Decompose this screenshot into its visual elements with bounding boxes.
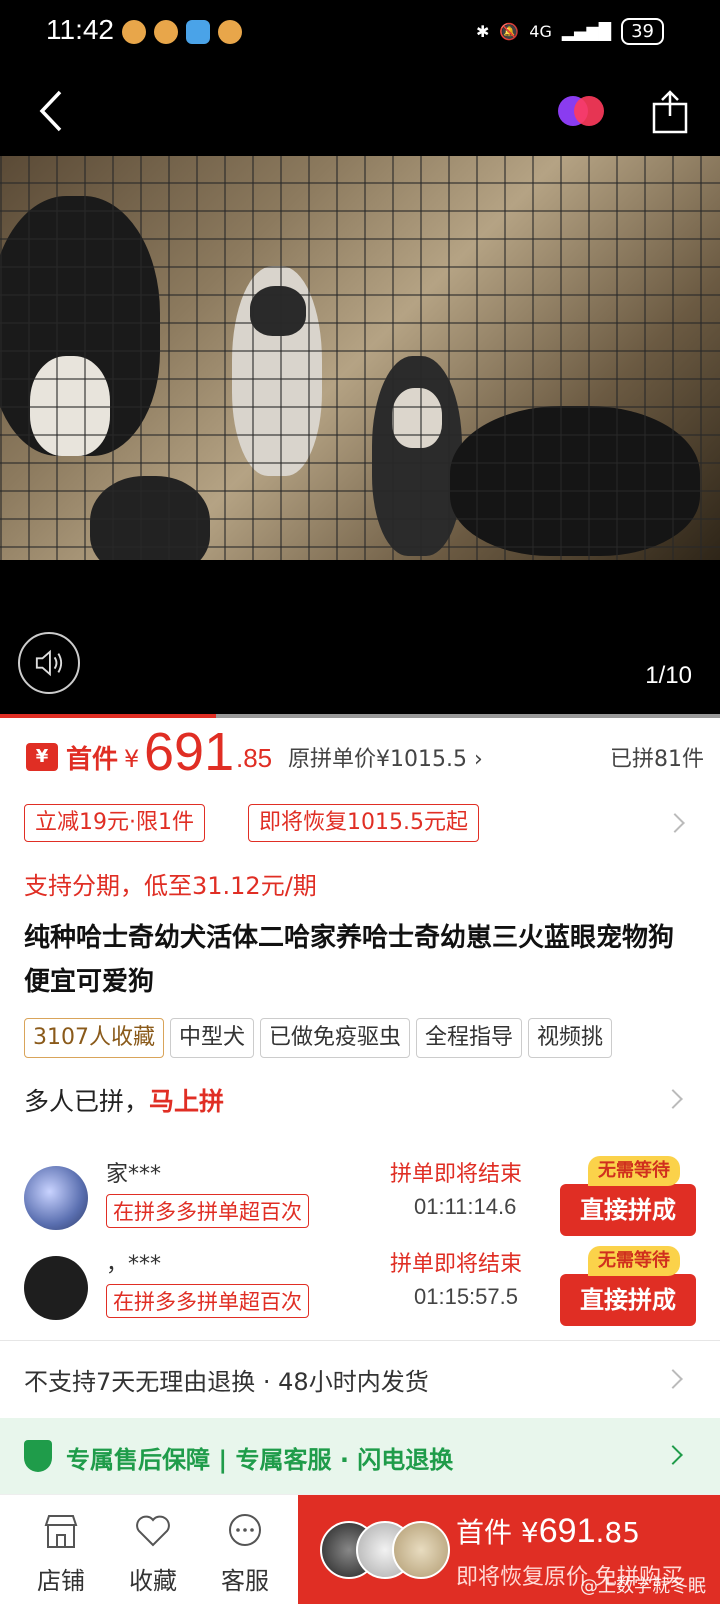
guidance-tag: 全程指导 (416, 1018, 523, 1058)
installment-info: 支持分期，低至31.12元/期 (24, 872, 317, 900)
buyer-avatars (320, 1521, 460, 1581)
chat-bubble-icon (229, 1514, 261, 1546)
buy-price-decimal: .85 (595, 1516, 641, 1549)
restore-price-tag: 即将恢复1015.5元起 (248, 804, 479, 842)
group-buy-label: 多人已拼， (24, 1087, 150, 1116)
favorites-tag: 3107人收藏 (24, 1018, 164, 1058)
group-row: 家*** 在拼多多拼单超百次 拼单即将结束 01:11:14.6 直接拼成 无需… (0, 1156, 720, 1246)
video-select-tag: 视频挑 (528, 1018, 613, 1058)
sold-count: 已拼81件 (610, 747, 704, 772)
group-ending-label: 拼单即将结束 (390, 1162, 523, 1187)
app-notification-icon (186, 20, 210, 44)
group-buy-list[interactable]: 家*** 在拼多多拼单超百次 拼单即将结束 01:11:14.6 直接拼成 无需… (0, 1134, 720, 1330)
group-row: ，*** 在拼多多拼单超百次 拼单即将结束 01:15:57.5 直接拼成 无需… (0, 1246, 720, 1330)
service-label: 客服 (221, 1567, 269, 1595)
brand-logo-icon[interactable] (556, 94, 606, 128)
chevron-right-icon (663, 1369, 683, 1389)
back-arrow-icon[interactable] (30, 86, 74, 136)
chevron-right-icon (663, 1089, 683, 1109)
avatar (24, 1166, 88, 1230)
guarantee-bar[interactable]: 专属售后保障 | 专属客服 · 闪电退换 (0, 1418, 720, 1494)
notification-icons (122, 20, 242, 44)
product-title: 纯种哈士奇幼犬活体二哈家养哈士奇幼崽三火蓝眼宠物狗便宜可爱狗 (24, 923, 675, 997)
customer-service-button[interactable]: 客服 (200, 1495, 290, 1604)
original-price-link[interactable]: 原拼单价¥1015.5 › (288, 741, 483, 773)
top-nav-bar (0, 66, 720, 156)
buy-yen: ¥ (520, 1516, 539, 1549)
price-integer: 691 (144, 722, 235, 782)
favorite-label: 收藏 (129, 1567, 177, 1595)
group-buy-header[interactable]: 多人已拼，马上拼 (24, 1082, 224, 1118)
group-countdown: 01:15:57.5 (414, 1284, 518, 1309)
buy-price-line: 首件 ¥691.85 (456, 1511, 640, 1551)
media-progress-bar (0, 714, 720, 718)
battery-icon: 39 (621, 18, 664, 45)
signal-icon: ▂▄▆█ (561, 22, 612, 41)
chevron-right-icon (663, 1445, 683, 1465)
status-bar: 11:42 ✱ 🔕 4G ▂▄▆█ 39 (0, 0, 720, 66)
shield-check-icon (24, 1440, 52, 1472)
group-buy-cta: 马上拼 (149, 1087, 225, 1116)
original-price-text: 原拼单价¥1015.5 (288, 747, 467, 772)
favorite-button[interactable]: 收藏 (108, 1495, 198, 1604)
weibo-notification-icon (154, 20, 178, 44)
product-tags: 3107人收藏 中型犬 已做免疫驱虫 全程指导 视频挑 (24, 1018, 720, 1060)
price-decimal: .85 (236, 743, 273, 773)
store-label: 店铺 (37, 1567, 85, 1595)
join-group-button[interactable]: 直接拼成 (560, 1184, 696, 1236)
promo-row[interactable]: 立减19元·限1件 即将恢复1015.5元起 (24, 804, 704, 844)
size-tag: 中型犬 (170, 1018, 255, 1058)
policy-row[interactable]: 不支持7天无理由退换 · 48小时内发货 (24, 1362, 429, 1397)
chevron-right-icon: › (466, 747, 483, 772)
weibo-notification-icon (122, 20, 146, 44)
media-progress-fill (0, 714, 216, 718)
vaccinated-tag: 已做免疫驱虫 (260, 1018, 411, 1058)
list-fade (0, 1134, 720, 1148)
heart-icon (136, 1515, 170, 1547)
group-user-name: 家*** (106, 1162, 162, 1187)
group-user-badge: 在拼多多拼单超百次 (106, 1194, 309, 1228)
divider (0, 1340, 720, 1341)
no-wait-badge: 无需等待 (588, 1156, 680, 1186)
share-icon[interactable] (648, 88, 692, 136)
media-page-counter: 1/10 (645, 662, 692, 689)
network-label: 4G (529, 22, 552, 41)
group-countdown: 01:11:14.6 (414, 1194, 517, 1219)
group-user-name: ，*** (106, 1252, 162, 1277)
buy-price-integer: 691 (538, 1512, 596, 1550)
weibo-notification-icon (218, 20, 242, 44)
status-indicators: ✱ 🔕 4G ▂▄▆█ 39 (476, 18, 664, 45)
chevron-right-icon (665, 813, 685, 833)
price-currency: ¥ (124, 745, 140, 773)
price-row: ¥ 首件 ¥ 691 .85 原拼单价¥1015.5 › 已拼81件 (24, 722, 704, 793)
cage-overlay (0, 156, 720, 560)
discount-tag: 立减19元·限1件 (24, 804, 205, 842)
mute-bell-icon: 🔕 (499, 22, 520, 41)
store-button[interactable]: 店铺 (16, 1495, 106, 1604)
no-wait-badge: 无需等待 (588, 1246, 680, 1276)
product-video-frame[interactable] (0, 156, 720, 560)
first-item-label: 首件 (66, 745, 119, 775)
group-ending-label: 拼单即将结束 (390, 1252, 523, 1277)
join-group-button[interactable]: 直接拼成 (560, 1274, 696, 1326)
store-icon (44, 1515, 78, 1548)
bluetooth-icon: ✱ (475, 22, 490, 41)
status-time: 11:42 (46, 14, 114, 45)
yen-badge-icon: ¥ (26, 743, 58, 771)
sound-toggle-icon[interactable] (18, 632, 80, 694)
watermark: @上数学就冬眠 (580, 1576, 706, 1597)
product-media[interactable]: 1/10 (0, 156, 720, 718)
guarantee-text: 专属售后保障 | 专属客服 · 闪电退换 (66, 1446, 454, 1474)
buy-first-label: 首件 (456, 1516, 513, 1549)
group-user-badge: 在拼多多拼单超百次 (106, 1284, 309, 1318)
avatar (392, 1521, 450, 1579)
avatar (24, 1256, 88, 1320)
